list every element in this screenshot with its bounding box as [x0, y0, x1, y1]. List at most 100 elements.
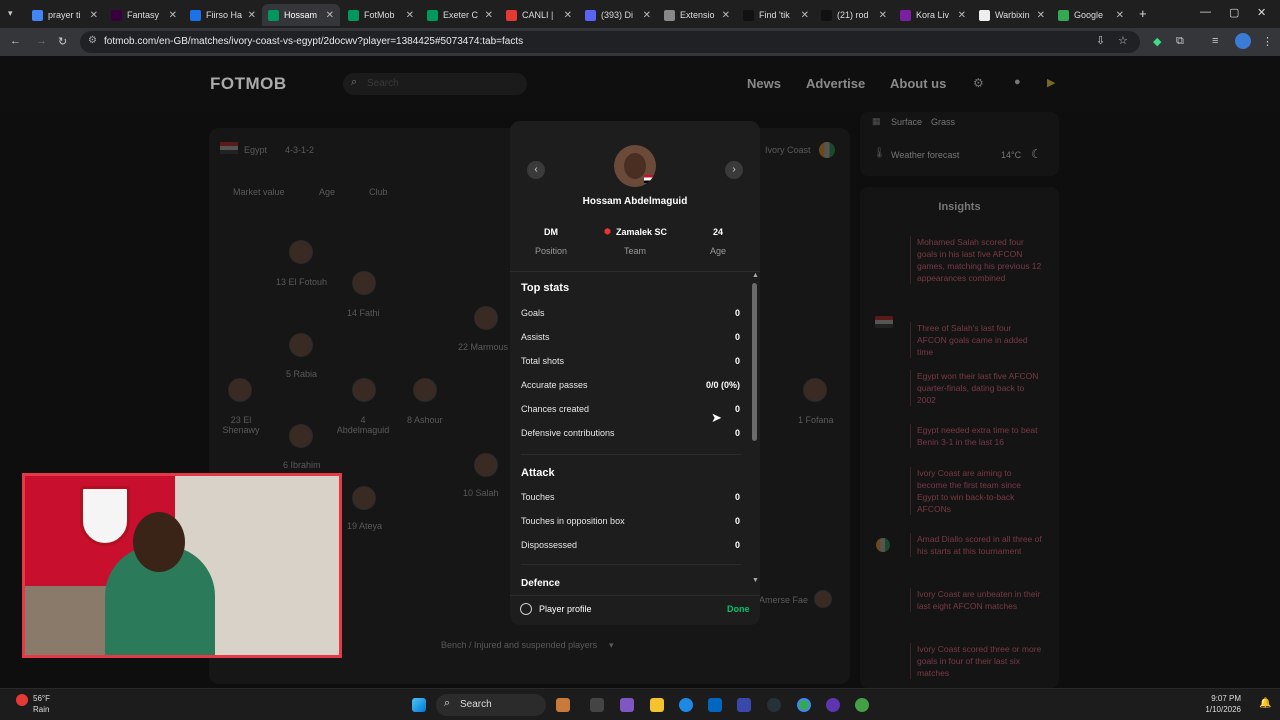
- extensions-icon[interactable]: ⧉: [1176, 35, 1184, 48]
- media-icon[interactable]: ≡: [1212, 35, 1218, 47]
- extension-shield-icon[interactable]: ◆: [1153, 35, 1161, 48]
- tab-close-icon[interactable]: ✕: [248, 10, 256, 21]
- bookmark-star-icon[interactable]: ☆: [1118, 34, 1128, 47]
- player-avatar[interactable]: [803, 378, 827, 402]
- clock-date[interactable]: 1/10/2026: [1201, 705, 1241, 714]
- tab-close-icon[interactable]: ✕: [564, 10, 572, 21]
- search-input[interactable]: ⌕ Search: [343, 73, 527, 95]
- bench-toggle[interactable]: Bench / Injured and suspended players: [441, 640, 597, 650]
- previous-player-icon[interactable]: ‹: [527, 161, 545, 179]
- file-explorer-icon[interactable]: [650, 698, 664, 712]
- browser-tab[interactable]: Kora Liv ✕: [894, 4, 972, 26]
- url-field[interactable]: ⚙ fotmob.com/en-GB/matches/ivory-coast-v…: [80, 31, 1140, 53]
- copilot-icon[interactable]: [620, 698, 634, 712]
- player-avatar[interactable]: [413, 378, 437, 402]
- player-label[interactable]: 23 El Shenawy: [221, 415, 261, 435]
- nav-advertise[interactable]: Advertise: [806, 76, 865, 91]
- reload-icon[interactable]: ↻: [58, 35, 67, 48]
- player-avatar[interactable]: [289, 333, 313, 357]
- tab-close-icon[interactable]: ✕: [958, 10, 966, 21]
- tab-close-icon[interactable]: ✕: [1116, 10, 1124, 21]
- player-label[interactable]: 1 Fofana: [798, 415, 834, 425]
- browser-tab[interactable]: prayer ti ✕: [26, 4, 104, 26]
- back-icon[interactable]: ←: [10, 35, 21, 47]
- browser-tab[interactable]: (21) rod ✕: [815, 4, 893, 26]
- forward-icon[interactable]: →: [36, 35, 47, 47]
- store-icon[interactable]: [708, 698, 722, 712]
- browser-tab[interactable]: Warbixin ✕: [973, 4, 1051, 26]
- player-label[interactable]: 13 El Fotouh: [276, 277, 327, 287]
- scroll-thumb[interactable]: [752, 283, 757, 441]
- player-label[interactable]: 19 Ateya: [347, 521, 382, 531]
- browser-tab[interactable]: Hossam ✕: [262, 4, 340, 26]
- tab-close-icon[interactable]: ✕: [801, 10, 809, 21]
- player-avatar[interactable]: [474, 306, 498, 330]
- modal-scrollbar[interactable]: ▲ ▼: [752, 272, 759, 584]
- column-market-value[interactable]: Market value: [233, 187, 285, 197]
- browser-tab[interactable]: Exeter C ✕: [421, 4, 499, 26]
- nav-about-us[interactable]: About us: [890, 76, 946, 91]
- player-label[interactable]: 4 Abdelmaguid: [335, 415, 391, 435]
- player-avatar[interactable]: [228, 378, 252, 402]
- app-icon[interactable]: [737, 698, 751, 712]
- fotmob-logo[interactable]: FOTMOB: [210, 74, 287, 94]
- google-play-icon[interactable]: ▶: [1047, 76, 1055, 89]
- browser-tab[interactable]: CANLI | ✕: [500, 4, 578, 26]
- player-label[interactable]: 8 Ashour: [407, 415, 443, 425]
- player-label[interactable]: 10 Salah: [463, 488, 499, 498]
- clock-time[interactable]: 9:07 PM: [1211, 694, 1241, 703]
- tab-close-icon[interactable]: ✕: [169, 10, 177, 21]
- player-avatar[interactable]: [289, 240, 313, 264]
- browser-tab[interactable]: (393) Di ✕: [579, 4, 657, 26]
- player-avatar[interactable]: [352, 378, 376, 402]
- chevron-down-icon[interactable]: ▾: [609, 640, 614, 651]
- chrome-profile-icon[interactable]: [855, 698, 869, 712]
- tab-close-icon[interactable]: ✕: [879, 10, 887, 21]
- browser-tab[interactable]: Find 'tik ✕: [737, 4, 815, 26]
- minimize-icon[interactable]: —: [1200, 6, 1211, 18]
- tab-close-icon[interactable]: ✕: [485, 10, 493, 21]
- player-avatar[interactable]: [352, 486, 376, 510]
- weather-desc[interactable]: Rain: [33, 705, 49, 714]
- install-icon[interactable]: ⇩: [1096, 34, 1105, 47]
- browser-tab[interactable]: Fantasy ✕: [105, 4, 183, 26]
- weather-temp[interactable]: 56°F: [33, 694, 50, 703]
- tab-close-icon[interactable]: ✕: [643, 10, 651, 21]
- new-tab-icon[interactable]: +: [1139, 6, 1147, 21]
- tab-search-icon[interactable]: ▾: [8, 8, 13, 19]
- browser-tab[interactable]: Google ✕: [1052, 4, 1130, 26]
- player-avatar[interactable]: [289, 424, 313, 448]
- widgets-icon[interactable]: [556, 698, 570, 712]
- weather-alert-icon[interactable]: [16, 694, 28, 706]
- maximize-icon[interactable]: ▢: [1229, 6, 1239, 19]
- settings-gear-icon[interactable]: ⚙: [973, 76, 984, 90]
- profile-avatar[interactable]: [1235, 33, 1251, 49]
- player-avatar[interactable]: [352, 271, 376, 295]
- player-label[interactable]: 5 Rabia: [286, 369, 317, 379]
- chrome-icon[interactable]: [797, 698, 811, 712]
- tab-close-icon[interactable]: ✕: [90, 10, 98, 21]
- app-icon[interactable]: [767, 698, 781, 712]
- browser-tab[interactable]: Fiirso Ha ✕: [184, 4, 262, 26]
- player-label[interactable]: 6 Ibrahim: [283, 460, 321, 470]
- app-icon[interactable]: [826, 698, 840, 712]
- tab-close-icon[interactable]: ✕: [326, 10, 334, 21]
- taskbar-search[interactable]: ⌕ Search: [436, 694, 546, 716]
- next-player-icon[interactable]: ›: [725, 161, 743, 179]
- player-avatar[interactable]: [474, 453, 498, 477]
- browser-tab[interactable]: Extensio ✕: [658, 4, 736, 26]
- edge-icon[interactable]: [679, 698, 693, 712]
- done-button[interactable]: Done: [727, 604, 750, 614]
- player-profile-link[interactable]: Player profile: [539, 604, 592, 614]
- column-age[interactable]: Age: [319, 187, 335, 197]
- menu-kebab-icon[interactable]: ⋮: [1262, 35, 1273, 48]
- tab-close-icon[interactable]: ✕: [406, 10, 414, 21]
- tab-close-icon[interactable]: ✕: [722, 10, 730, 21]
- close-window-icon[interactable]: ✕: [1257, 6, 1266, 19]
- player-label[interactable]: Amerse Fae: [759, 595, 808, 605]
- windows-start-icon[interactable]: [412, 698, 426, 712]
- browser-tab[interactable]: FotMob ✕: [342, 4, 420, 26]
- player-label[interactable]: 22 Marmous: [458, 342, 508, 352]
- notification-bell-icon[interactable]: 🔔: [1259, 698, 1271, 709]
- column-club[interactable]: Club: [369, 187, 388, 197]
